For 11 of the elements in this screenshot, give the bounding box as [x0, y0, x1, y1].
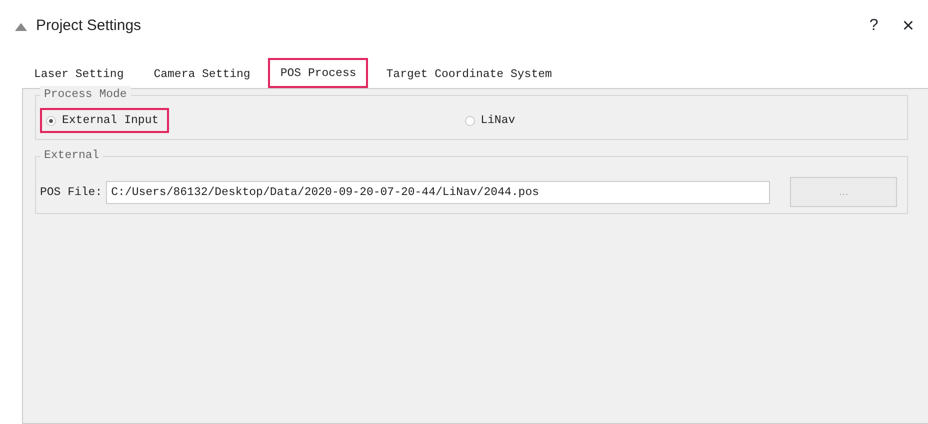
field-label: POS File:	[40, 184, 102, 201]
tab[interactable]: Camera Setting	[142, 60, 262, 88]
radio-option[interactable]: External Input	[40, 108, 169, 134]
input-field[interactable]: C:/Users/86132/Desktop/Data/2020-09-20-07-20-44/LiNav/2044.pos	[106, 180, 770, 204]
close-button[interactable]: ×	[902, 11, 914, 41]
tab[interactable]: Target Coordinate System	[374, 60, 564, 88]
tab[interactable]: POS Process	[268, 58, 368, 88]
tab[interactable]: Laser Setting	[22, 60, 136, 88]
help-button[interactable]: ?	[869, 14, 878, 38]
window-title: Project Settings	[36, 16, 142, 36]
radio-option[interactable]: LiNav	[458, 108, 526, 134]
